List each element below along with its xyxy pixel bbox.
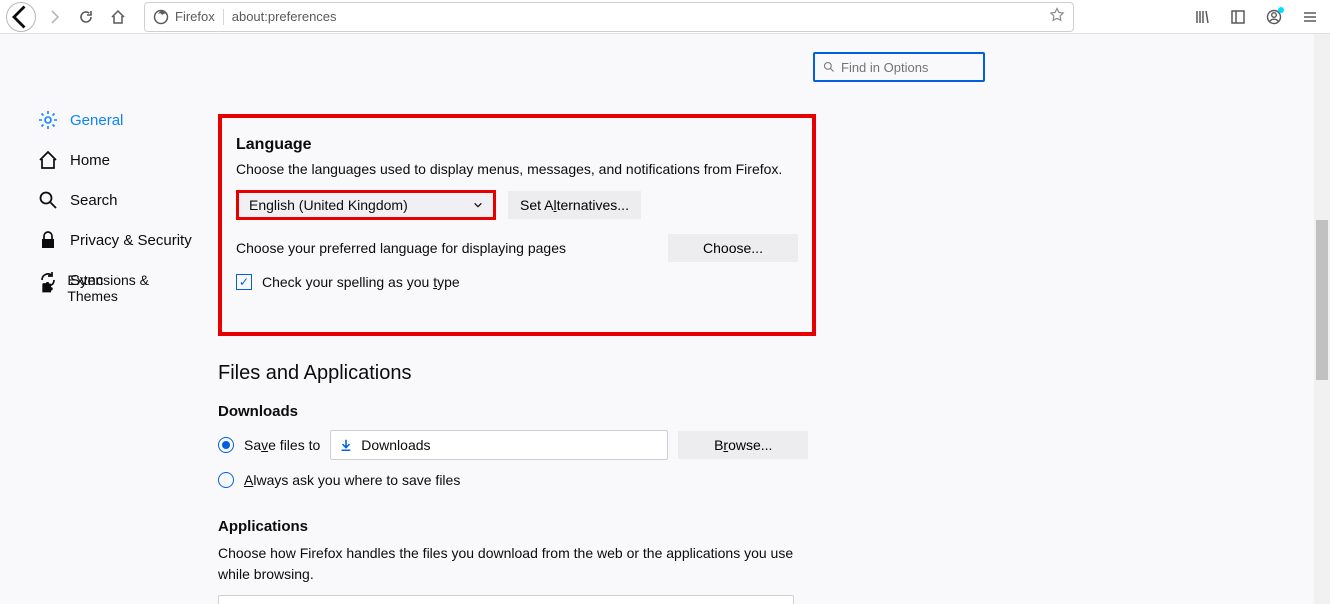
panel-icon bbox=[1230, 9, 1246, 25]
applications-search-input[interactable]: Search file types or applications bbox=[218, 595, 794, 604]
reload-icon bbox=[78, 9, 94, 25]
sidebar-item-label: Search bbox=[70, 192, 118, 209]
display-language-select[interactable]: English (United Kingdom) bbox=[236, 190, 496, 220]
chevron-down-icon bbox=[473, 200, 483, 210]
identity-label: Firefox bbox=[175, 9, 215, 24]
profile-icon bbox=[1266, 9, 1282, 25]
sidebar-item-label: Home bbox=[70, 152, 110, 169]
spellcheck-label: Check your spelling as you type bbox=[262, 274, 460, 290]
find-in-options-input[interactable]: Find in Options bbox=[813, 52, 985, 82]
search-icon bbox=[823, 61, 835, 73]
firefox-icon bbox=[153, 9, 169, 25]
language-description: Choose the languages used to display men… bbox=[236, 160, 798, 180]
language-section-highlight: Language Choose the languages used to di… bbox=[218, 114, 816, 336]
browser-toolbar: Firefox about:preferences bbox=[0, 0, 1330, 34]
url-bar[interactable]: Firefox about:preferences bbox=[144, 2, 1074, 32]
hamburger-menu-button[interactable] bbox=[1296, 3, 1324, 31]
downloads-heading: Downloads bbox=[218, 403, 1330, 420]
sidebar-item-extensions[interactable]: Extensions & Themes bbox=[38, 272, 198, 304]
language-heading: Language bbox=[236, 136, 798, 154]
profile-button[interactable] bbox=[1260, 3, 1288, 31]
arrow-right-icon bbox=[46, 9, 62, 25]
scrollbar-thumb[interactable] bbox=[1316, 220, 1328, 380]
selected-language-label: English (United Kingdom) bbox=[249, 197, 408, 213]
library-button[interactable] bbox=[1188, 3, 1216, 31]
bookmark-star-button[interactable] bbox=[1049, 7, 1065, 26]
always-ask-label: Always ask you where to save files bbox=[244, 472, 460, 488]
sidebar-item-privacy[interactable]: Privacy & Security bbox=[0, 220, 198, 260]
preferences-main: Find in Options Language Choose the lang… bbox=[218, 34, 1330, 604]
set-alternatives-button[interactable]: Set Alternatives... bbox=[508, 191, 641, 219]
sidebar-item-search[interactable]: Search bbox=[0, 180, 198, 220]
browse-button[interactable]: Browse... bbox=[678, 431, 808, 459]
forward-button bbox=[40, 3, 68, 31]
preferences-page: General Home Search Privacy & Security S… bbox=[0, 34, 1330, 604]
library-icon bbox=[1194, 9, 1210, 25]
scrollbar-track[interactable] bbox=[1314, 34, 1330, 604]
star-icon bbox=[1049, 7, 1065, 23]
download-folder-field[interactable]: Downloads bbox=[330, 430, 668, 460]
magnify-icon bbox=[38, 190, 58, 210]
always-ask-radio[interactable] bbox=[218, 472, 234, 488]
applications-heading: Applications bbox=[218, 518, 1330, 535]
choose-language-button[interactable]: Choose... bbox=[668, 234, 798, 262]
gear-icon bbox=[38, 110, 58, 130]
preferred-language-label: Choose your preferred language for displ… bbox=[236, 240, 656, 256]
reload-button[interactable] bbox=[72, 3, 100, 31]
back-button[interactable] bbox=[6, 2, 36, 32]
puzzle-icon bbox=[38, 279, 55, 297]
download-folder-label: Downloads bbox=[361, 437, 430, 453]
sidebar-item-label: Privacy & Security bbox=[70, 232, 192, 249]
applications-description: Choose how Firefox handles the files you… bbox=[218, 543, 798, 585]
sidebar-button[interactable] bbox=[1224, 3, 1252, 31]
house-icon bbox=[110, 9, 126, 25]
url-text: about:preferences bbox=[232, 9, 1041, 24]
lock-icon bbox=[38, 230, 58, 250]
home-icon bbox=[38, 150, 58, 170]
preferences-sidebar: General Home Search Privacy & Security S… bbox=[0, 34, 198, 300]
hamburger-icon bbox=[1302, 9, 1318, 25]
sidebar-item-home[interactable]: Home bbox=[0, 140, 198, 180]
download-arrow-icon bbox=[339, 438, 353, 452]
sidebar-item-label: Extensions & Themes bbox=[67, 272, 198, 304]
save-files-label: Save files to bbox=[244, 437, 320, 453]
files-applications-heading: Files and Applications bbox=[218, 362, 1330, 385]
save-files-radio[interactable] bbox=[218, 437, 234, 453]
sidebar-item-label: General bbox=[70, 112, 123, 129]
sidebar-item-general[interactable]: General bbox=[0, 100, 198, 140]
arrow-left-icon bbox=[7, 3, 35, 31]
spellcheck-checkbox[interactable]: ✓ bbox=[236, 274, 252, 290]
site-identity[interactable]: Firefox bbox=[153, 9, 224, 25]
search-placeholder: Find in Options bbox=[841, 60, 928, 75]
home-button[interactable] bbox=[104, 3, 132, 31]
